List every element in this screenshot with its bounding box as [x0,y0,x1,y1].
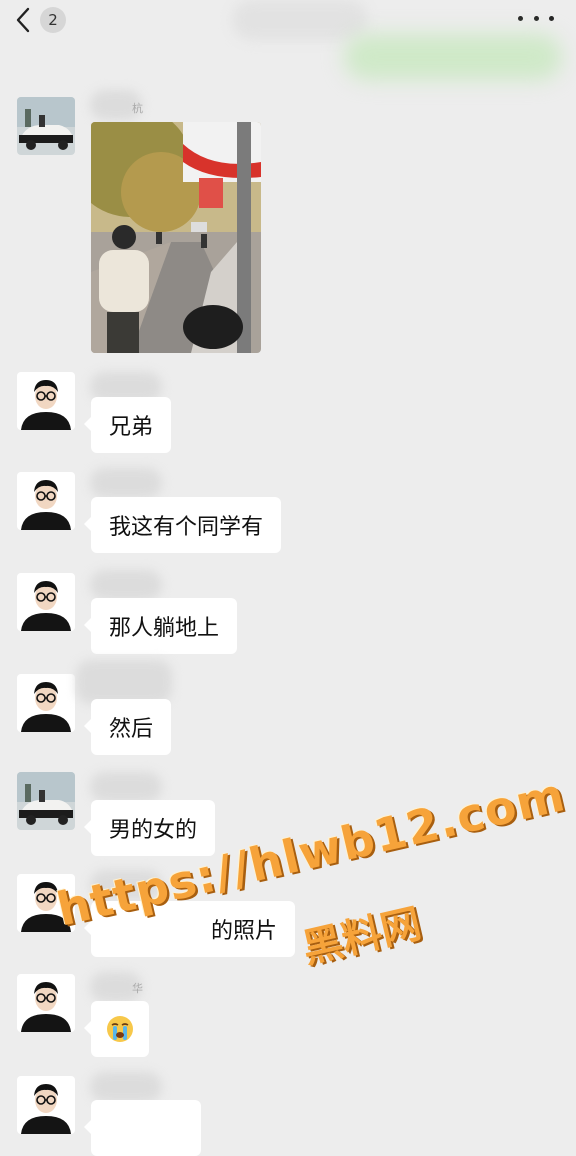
blurred-chat-title [232,0,368,40]
more-dot [518,15,523,21]
cartoon-avatar[interactable] [17,674,75,732]
more-button[interactable] [518,8,554,28]
message-bubble[interactable]: 兄弟 [83,397,172,453]
message-bubble[interactable] [84,1100,201,1156]
cartoon-avatar[interactable] [17,472,75,530]
more-dot [549,15,554,21]
message-bubble[interactable]: 然后 [83,699,172,755]
cartoon-avatar[interactable] [17,573,75,631]
cartoon-avatar[interactable] [17,974,75,1032]
car-avatar[interactable] [17,772,75,830]
sender-name-fragment: 华 [132,982,143,995]
message-bubble[interactable]: 的照片 [83,901,296,957]
blurred-sender-name [90,468,162,498]
message-bubble[interactable]: 男的女的 [83,800,216,856]
message-bubble[interactable]: 那人躺地上 [83,598,238,654]
blurred-green-bubble [344,34,562,80]
more-dot [533,15,539,21]
cartoon-avatar[interactable] [17,874,75,932]
watermark-site-name: 黑料网 [298,900,426,973]
car-avatar[interactable] [17,97,75,155]
cartoon-avatar[interactable] [17,1076,75,1134]
chevron-left-icon [16,7,30,33]
blurred-sender-name [90,1072,162,1102]
crying-face-icon [107,1016,133,1042]
blurred-sender-name [90,772,162,802]
back-button[interactable]: 2 [14,2,78,38]
blurred-sender-name [90,870,162,900]
emoji-bubble[interactable] [84,1001,149,1057]
message-bubble[interactable]: 我这有个同学有 [83,497,282,553]
blurred-sender-name [90,570,162,600]
cartoon-avatar[interactable] [17,372,75,430]
street-photo[interactable] [91,122,261,353]
sender-name-fragment: 杭 [132,102,143,115]
unread-count-badge: 2 [40,7,66,33]
blurred-sender-name [76,660,172,704]
